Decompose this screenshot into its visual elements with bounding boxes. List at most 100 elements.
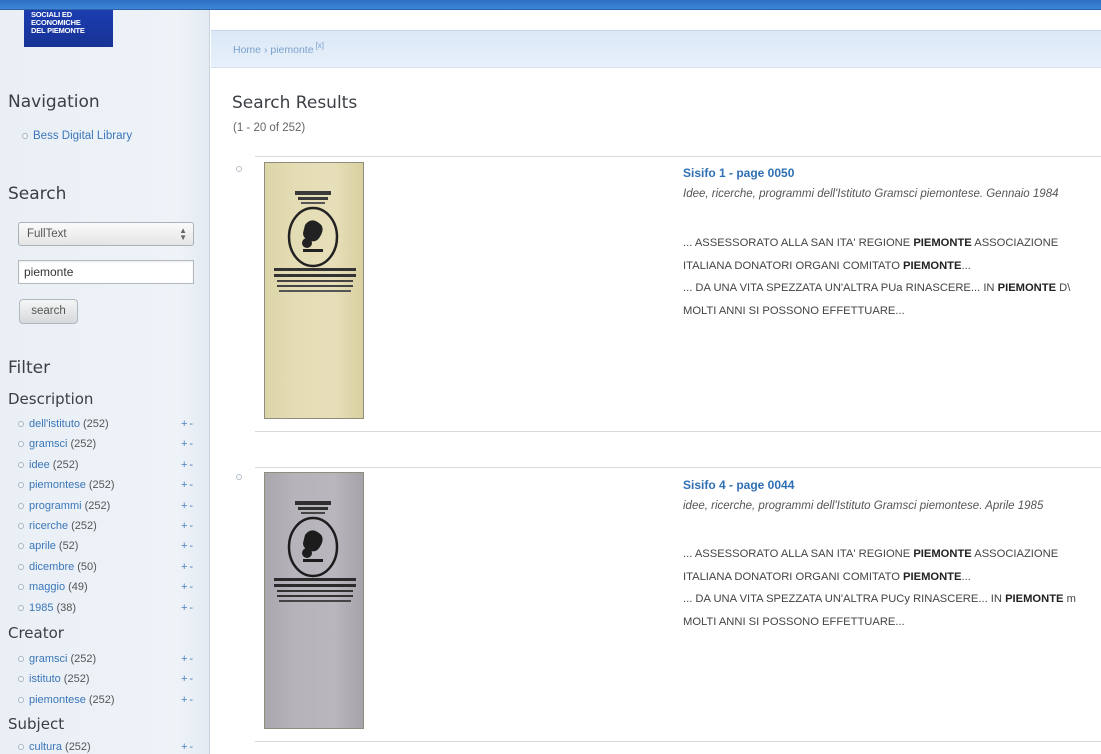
bullet-icon <box>18 744 24 750</box>
facet-add-remove-controls[interactable]: +- <box>181 418 195 430</box>
facet-label: aprile (52) <box>18 540 78 552</box>
bullet-icon <box>18 604 24 611</box>
facet-term-link[interactable]: cultura <box>29 741 62 753</box>
facet-term-link[interactable]: gramsci <box>29 653 68 665</box>
facet-term-link[interactable]: istituto <box>29 673 61 685</box>
facet-count: (252) <box>83 418 109 430</box>
snippet-line: ITALIANA DONATORI ORGANI COMITATO PIEMON… <box>683 566 1076 589</box>
facet-count: (252) <box>63 673 90 686</box>
bullet-icon <box>18 461 24 468</box>
snippet-text: MOLTI ANNI SI POSSONO EFFETTUARE... <box>683 615 905 628</box>
facet-add-remove-controls[interactable]: +- <box>181 673 195 685</box>
facet-label: gramsci (252) <box>18 653 96 665</box>
facet-add-remove-controls[interactable]: +- <box>181 602 195 614</box>
bullet-icon <box>18 584 24 591</box>
facet-add-remove-controls[interactable]: +- <box>181 500 195 512</box>
facet-add-remove-controls[interactable]: +- <box>181 653 195 665</box>
facet-add-remove-controls[interactable]: +- <box>181 741 195 753</box>
result-thumbnail[interactable] <box>264 472 364 729</box>
snippet-line: MOLTI ANNI SI POSSONO EFFETTUARE... <box>683 611 1076 634</box>
facet-count: (252) <box>52 458 79 471</box>
snippet-text: ... ASSESSORATO ALLA SAN ITA' REGIONE <box>683 548 914 560</box>
snippet-text: ... <box>961 259 971 272</box>
result-title-link[interactable]: Sisifo 1 - page 0050 <box>683 166 794 180</box>
facet-label: cultura (252) <box>18 741 91 753</box>
divider <box>255 741 1101 742</box>
search-button[interactable]: search <box>19 299 78 324</box>
search-input[interactable]: piemonte <box>18 260 194 284</box>
breadcrumb-home-link[interactable]: Home <box>233 44 261 56</box>
facet-add-remove-controls[interactable]: +- <box>181 520 195 532</box>
updown-arrows-icon: ▲ ▼ <box>179 226 187 242</box>
nav-link-bess-digital-library[interactable]: Bess Digital Library <box>22 130 132 142</box>
facet-term-link[interactable]: piemontese <box>29 694 86 706</box>
facet-label: istituto (252) <box>18 673 89 685</box>
facet-count: (52) <box>58 540 79 553</box>
facet-count: (252) <box>71 520 97 532</box>
highlight-term: PIEMONTE <box>903 570 962 583</box>
search-heading: Search <box>8 184 67 204</box>
facet-add-remove-controls[interactable]: +- <box>181 694 195 706</box>
results-range: (1 - 20 of 252) <box>233 122 306 134</box>
facet-term-link[interactable]: aprile <box>29 540 56 552</box>
breadcrumb-separator: › <box>263 44 268 56</box>
result-bullet-icon <box>236 166 242 172</box>
facet-term-link[interactable]: piemontese <box>29 479 86 491</box>
facet-item: maggio (49) +- <box>18 581 203 599</box>
facet-term-link[interactable]: idee <box>29 459 50 471</box>
nav-link-label: Bess Digital Library <box>33 130 133 142</box>
facet-label: piemontese (252) <box>18 694 115 706</box>
facet-label: idee (252) <box>18 459 78 471</box>
facet-count: (252) <box>70 653 97 665</box>
facet-term-link[interactable]: dicembre <box>29 561 74 573</box>
facet-term-link[interactable]: ricerche <box>29 520 68 532</box>
cover-image <box>274 191 356 292</box>
facet-add-remove-controls[interactable]: +- <box>181 438 195 450</box>
snippet-text: ... ASSESSORATO ALLA SAN ITA' REGIONE <box>683 237 914 249</box>
highlight-term: PIEMONTE <box>903 259 962 272</box>
bullet-icon <box>18 482 24 489</box>
snippet-line: ITALIANA DONATORI ORGANI COMITATO PIEMON… <box>683 255 1070 278</box>
facet-item: gramsci (252) +- <box>18 653 203 671</box>
facet-term-link[interactable]: gramsci <box>29 438 68 450</box>
facet-add-remove-controls[interactable]: +- <box>181 479 195 491</box>
breadcrumb-remove-link[interactable]: [x] <box>316 41 324 50</box>
bullet-icon <box>18 502 24 509</box>
result-thumbnail[interactable] <box>264 162 364 419</box>
divider <box>255 467 1101 468</box>
facet-item: 1985 (38) +- <box>18 602 203 620</box>
snippet-line: ... ASSESSORATO ALLA SAN ITA' REGIONE PI… <box>683 232 1070 255</box>
facet-term-link[interactable]: 1985 <box>29 602 53 614</box>
facet-count: (50) <box>77 560 97 573</box>
bullet-icon <box>18 421 24 427</box>
bullet-icon <box>22 133 28 139</box>
snippet-line: ... ASSESSORATO ALLA SAN ITA' REGIONE PI… <box>683 543 1076 566</box>
facet-item: idee (252) +- <box>18 459 203 477</box>
snippet-text: MOLTI ANNI SI POSSONO EFFETTUARE... <box>683 304 905 317</box>
highlight-term: PIEMONTE <box>913 237 972 249</box>
subject-heading: Subject <box>8 715 65 733</box>
facet-add-remove-controls[interactable]: +- <box>181 540 195 552</box>
facet-label: gramsci (252) <box>18 438 96 450</box>
bullet-icon <box>18 656 24 662</box>
facet-add-remove-controls[interactable]: +- <box>181 459 195 471</box>
facet-item: cultura (252) +- <box>18 741 203 754</box>
facet-add-remove-controls[interactable]: +- <box>181 561 195 573</box>
search-type-value: FullText <box>27 228 67 240</box>
page-title: Search Results <box>232 93 358 113</box>
facet-count: (49) <box>68 581 88 594</box>
facet-item: dell'istituto (252) +- <box>18 418 203 436</box>
facet-term-link[interactable]: programmi <box>29 500 82 512</box>
description-heading: Description <box>8 390 94 408</box>
facet-count: (252) <box>70 438 97 451</box>
facet-term-link[interactable]: dell'istituto <box>29 418 80 430</box>
result-snippet: ... ASSESSORATO ALLA SAN ITA' REGIONE PI… <box>683 543 1076 633</box>
snippet-text: ASSOCIAZIONE <box>971 548 1059 560</box>
result-title-link[interactable]: Sisifo 4 - page 0044 <box>683 478 794 492</box>
facet-item: aprile (52) +- <box>18 540 203 558</box>
facet-label: dell'istituto (252) <box>18 418 109 430</box>
search-type-select[interactable]: FullText ▲ ▼ <box>18 222 194 246</box>
facet-term-link[interactable]: maggio <box>29 581 65 593</box>
facet-add-remove-controls[interactable]: +- <box>181 581 195 593</box>
breadcrumb-bar: Home › piemonte [x] <box>211 30 1101 68</box>
